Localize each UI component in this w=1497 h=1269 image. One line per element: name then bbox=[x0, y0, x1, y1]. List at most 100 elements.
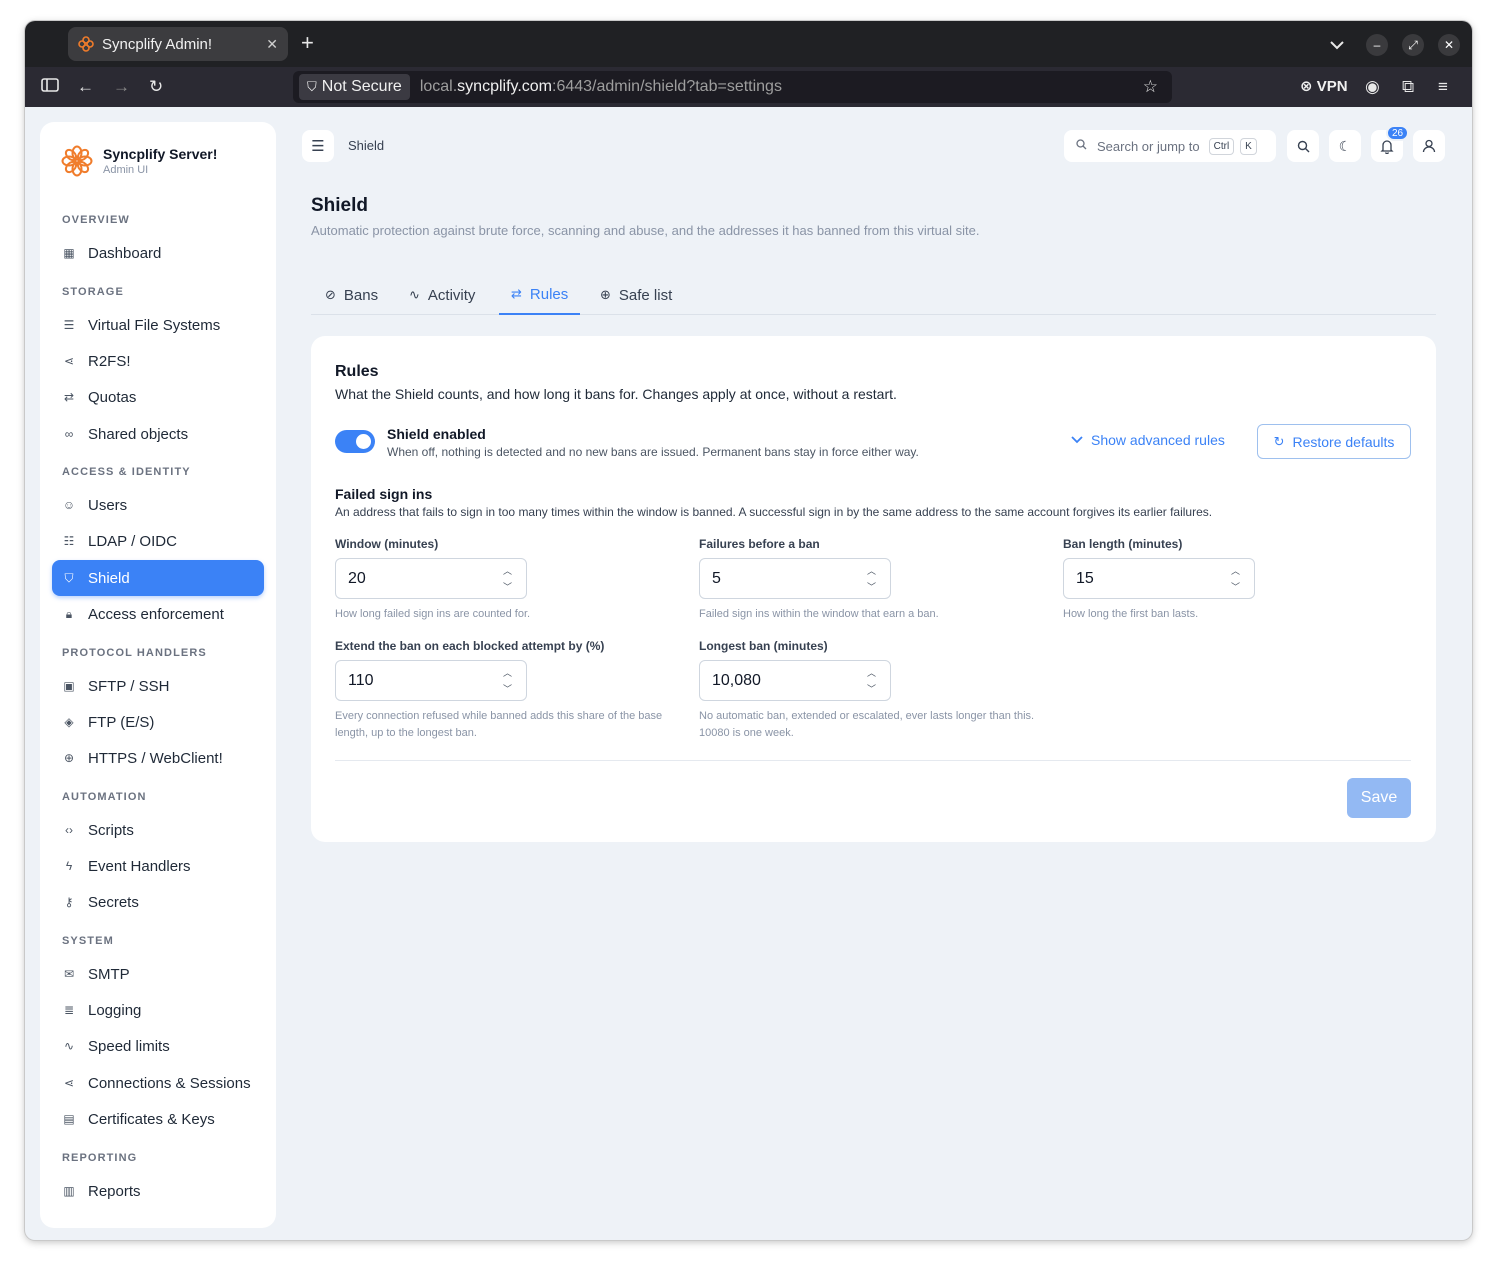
failures-before-ban-input[interactable]: 5 ︿ ﹀ bbox=[699, 558, 891, 599]
sidebar-item-r2fs[interactable]: ⋖ R2FS! bbox=[52, 343, 264, 379]
number-stepper[interactable]: ︿ ﹀ bbox=[1231, 563, 1240, 595]
tab-bans[interactable]: ⊘ Bans bbox=[325, 275, 378, 315]
sidebar-item-speed-limits[interactable]: ∿ Speed limits bbox=[52, 1028, 264, 1064]
number-stepper[interactable]: ︿ ﹀ bbox=[867, 665, 876, 697]
sidebar-item-connections[interactable]: ⋖ Connections & Sessions bbox=[52, 1065, 264, 1101]
chevron-down-icon[interactable]: ﹀ bbox=[1231, 579, 1240, 595]
tab-label: Rules bbox=[529, 285, 569, 303]
sidebar-item-https[interactable]: ⊕ HTTPS / WebClient! bbox=[52, 740, 264, 776]
field-help: How long the first ban lasts. bbox=[1063, 608, 1199, 620]
menu-icon[interactable]: ≡ bbox=[1438, 77, 1448, 97]
dark-mode-moon-icon[interactable]: ☾ bbox=[1329, 130, 1361, 162]
reload-icon[interactable]: ↻ bbox=[149, 77, 163, 97]
sidebar-item-quotas[interactable]: ⇄ Quotas bbox=[52, 379, 264, 415]
tab-safe-list[interactable]: ⊕ Safe list bbox=[600, 275, 672, 315]
sidebar-toggle-icon[interactable] bbox=[41, 77, 59, 98]
sidebar-item-scripts[interactable]: ‹› Scripts bbox=[52, 812, 264, 848]
bookmark-star-icon[interactable]: ☆ bbox=[1143, 77, 1158, 97]
sidebar-item-users[interactable]: ☺ Users bbox=[52, 487, 264, 523]
restore-defaults-label: Restore defaults bbox=[1292, 433, 1395, 450]
browser-tabbar: Syncplify Admin! ✕ + – ⤢ ✕ bbox=[25, 21, 1472, 67]
sidebar-item-ftp[interactable]: ◈ FTP (E/S) bbox=[52, 704, 264, 740]
window-minutes-field: Window (minutes) 20 ︿ ﹀ How long failed s… bbox=[335, 537, 675, 623]
account-icon[interactable]: ◉ bbox=[1365, 77, 1380, 97]
chevron-up-icon[interactable]: ︿ bbox=[1231, 563, 1240, 579]
close-tab-icon[interactable]: ✕ bbox=[266, 36, 278, 53]
sidebar-item-shared-objects[interactable]: ∞ Shared objects bbox=[52, 416, 264, 452]
chevron-up-icon[interactable]: ︿ bbox=[867, 563, 876, 579]
tab-activity[interactable]: ∿ Activity bbox=[409, 275, 475, 315]
sliders-icon: ⇄ bbox=[511, 286, 522, 301]
back-icon[interactable]: ← bbox=[77, 77, 94, 97]
chevron-up-icon[interactable]: ︿ bbox=[503, 563, 512, 579]
certificate-icon: ▤ bbox=[63, 1112, 75, 1126]
hamburger-menu-icon[interactable]: ☰ bbox=[302, 130, 334, 162]
close-window-icon[interactable]: ✕ bbox=[1438, 34, 1460, 56]
tab-rules[interactable]: ⇄ Rules bbox=[499, 275, 581, 315]
sidebar-item-smtp[interactable]: ✉ SMTP bbox=[52, 956, 264, 992]
chevron-up-icon[interactable]: ︿ bbox=[503, 665, 512, 681]
sidebar-item-label: Quotas bbox=[88, 388, 137, 406]
shield-enabled-description: When off, nothing is detected and no new… bbox=[387, 445, 919, 459]
kbd-ctrl: Ctrl bbox=[1208, 137, 1235, 155]
chevron-down-icon[interactable]: ﹀ bbox=[867, 579, 876, 595]
ban-length-input[interactable]: 15 ︿ ﹀ bbox=[1063, 558, 1255, 599]
field-label: Ban length (minutes) bbox=[1063, 537, 1183, 551]
sidebar-item-event-handlers[interactable]: ϟ Event Handlers bbox=[52, 848, 264, 884]
minimize-icon[interactable]: – bbox=[1366, 34, 1388, 56]
url-bar[interactable]: ⛉ Not Secure local.syncplify.com:6443/ad… bbox=[293, 71, 1172, 103]
sidebar-item-vfs[interactable]: ☰ Virtual File Systems bbox=[52, 307, 264, 343]
vpn-indicator[interactable]: ⊗ VPN bbox=[1300, 77, 1348, 95]
sidebar-item-label: Access enforcement bbox=[88, 605, 224, 623]
terminal-icon: ▣ bbox=[63, 679, 75, 693]
sidebar-item-secrets[interactable]: ⚷ Secrets bbox=[52, 884, 264, 920]
number-stepper[interactable]: ︿ ﹀ bbox=[867, 563, 876, 595]
shield-icon: ⛉ bbox=[64, 570, 74, 585]
activity-icon: ∿ bbox=[409, 287, 420, 302]
new-tab-icon[interactable]: + bbox=[301, 32, 314, 54]
sidebar-item-shield[interactable]: ⛉ Shield bbox=[52, 560, 264, 596]
input-value: 15 bbox=[1076, 569, 1094, 587]
user-profile-icon[interactable] bbox=[1413, 130, 1445, 162]
sidebar-item-certificates[interactable]: ▤ Certificates & Keys bbox=[52, 1101, 264, 1137]
mail-icon: ✉ bbox=[63, 967, 75, 981]
sidebar-item-reports[interactable]: ▥ Reports bbox=[52, 1173, 264, 1209]
share-icon: ⋖ bbox=[63, 354, 75, 368]
section-automation: AUTOMATION bbox=[62, 791, 147, 803]
restore-defaults-button[interactable]: ↻ Restore defaults bbox=[1257, 424, 1411, 459]
save-button[interactable]: Save bbox=[1347, 778, 1411, 818]
forward-icon[interactable]: → bbox=[113, 77, 130, 97]
search-input[interactable]: Search or jump to Ctrl K bbox=[1064, 130, 1276, 162]
chevron-down-icon[interactable]: ﹀ bbox=[867, 681, 876, 697]
maximize-icon[interactable]: ⤢ bbox=[1402, 34, 1424, 56]
share-icon: ⋖ bbox=[63, 1076, 75, 1090]
window-controls: – ⤢ ✕ bbox=[1330, 34, 1460, 56]
number-stepper[interactable]: ︿ ﹀ bbox=[503, 665, 512, 697]
refresh-icon: ↻ bbox=[1273, 433, 1285, 449]
search-button[interactable] bbox=[1287, 130, 1319, 162]
sidebar-item-dashboard[interactable]: ▦ Dashboard bbox=[52, 235, 264, 271]
lightning-icon: ϟ bbox=[65, 859, 73, 873]
sidebar-item-access-enforcement[interactable]: 🔒︎ Access enforcement bbox=[52, 596, 264, 632]
shield-enabled-toggle[interactable] bbox=[335, 430, 375, 453]
sidebar-item-ldap[interactable]: ☷ LDAP / OIDC bbox=[52, 523, 264, 559]
number-stepper[interactable]: ︿ ﹀ bbox=[503, 563, 512, 595]
security-indicator[interactable]: ⛉ Not Secure bbox=[299, 74, 410, 100]
chevron-down-icon[interactable]: ﹀ bbox=[503, 579, 512, 595]
longest-ban-input[interactable]: 10,080 ︿ ﹀ bbox=[699, 660, 891, 701]
key-icon: ⚷ bbox=[64, 895, 74, 909]
window-minutes-input[interactable]: 20 ︿ ﹀ bbox=[335, 558, 527, 599]
sidebar-item-label: Shared objects bbox=[88, 425, 189, 443]
url-text[interactable]: local.syncplify.com:6443/admin/shield?ta… bbox=[420, 78, 782, 96]
notification-badge: 26 bbox=[1386, 125, 1410, 141]
chevron-up-icon[interactable]: ︿ bbox=[867, 665, 876, 681]
sidebar-item-logging[interactable]: ≣ Logging bbox=[52, 992, 264, 1028]
browser-tab[interactable]: Syncplify Admin! ✕ bbox=[68, 27, 288, 61]
chevron-down-icon[interactable]: ﹀ bbox=[503, 681, 512, 697]
tab-list-chevron-icon[interactable] bbox=[1330, 37, 1344, 53]
sidebar-item-sftp[interactable]: ▣ SFTP / SSH bbox=[52, 668, 264, 704]
show-advanced-rules-button[interactable]: Show advanced rules bbox=[1071, 432, 1225, 448]
extend-ban-input[interactable]: 110 ︿ ﹀ bbox=[335, 660, 527, 701]
brand[interactable]: Syncplify Server! Admin UI bbox=[60, 144, 217, 178]
extensions-icon[interactable]: ⧉ bbox=[1402, 77, 1414, 97]
